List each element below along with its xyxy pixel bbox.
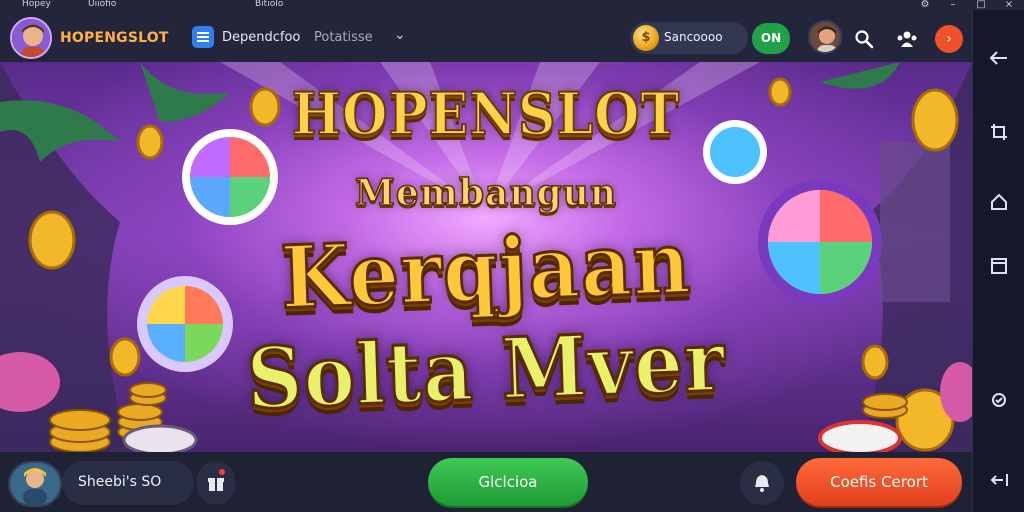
os-app-label-2: Uiiofio bbox=[88, 0, 117, 9]
os-window-title: Bitiolo bbox=[255, 0, 284, 9]
gift-button[interactable] bbox=[197, 461, 235, 505]
username: Sheebi's SO bbox=[78, 474, 162, 490]
bell-icon bbox=[755, 475, 769, 492]
minimize-icon[interactable]: – bbox=[948, 0, 958, 10]
settings-icon[interactable]: ⚙ bbox=[920, 0, 930, 10]
primary-orange-button[interactable]: Coefis Cerort bbox=[796, 458, 962, 506]
profile-avatar[interactable] bbox=[808, 20, 842, 54]
notification-dot bbox=[219, 469, 225, 475]
app-window: Hopey Uiiofio Bitiolo ⚙ – □ × HOPENGSLOT… bbox=[0, 0, 1024, 512]
window-controls: ⚙ – □ × bbox=[920, 0, 1014, 10]
crop-icon[interactable] bbox=[987, 120, 1011, 144]
brand-title: HOPENGSLOT bbox=[60, 30, 169, 46]
home-icon[interactable] bbox=[987, 190, 1011, 214]
settings-icon[interactable] bbox=[987, 388, 1011, 412]
square-icon[interactable] bbox=[987, 254, 1011, 278]
chevron-down-icon[interactable]: ⌄ bbox=[394, 27, 406, 43]
close-icon[interactable]: × bbox=[1004, 0, 1014, 10]
search-icon[interactable] bbox=[850, 25, 878, 53]
on-toggle-button[interactable]: ON bbox=[752, 23, 790, 54]
gift-icon bbox=[208, 478, 224, 491]
os-app-label: Hopey bbox=[22, 0, 51, 9]
balance-pill[interactable]: $ Sancoooo bbox=[630, 22, 748, 54]
hero-banner: HOPENSLOT Membangun Kerqjaan Solta Mver bbox=[0, 62, 972, 452]
user-avatar[interactable] bbox=[8, 461, 62, 507]
users-icon[interactable] bbox=[893, 25, 921, 53]
os-title-strip: Hopey Uiiofio Bitiolo ⚙ – □ × bbox=[0, 0, 1024, 10]
document-icon bbox=[192, 26, 214, 48]
tab-title[interactable]: Dependcfoo bbox=[222, 30, 300, 45]
primary-green-button[interactable]: Glclcioa bbox=[428, 458, 588, 506]
balance-value: Sancoooo bbox=[664, 30, 723, 44]
bell-button[interactable] bbox=[740, 461, 784, 505]
headline-brand: HOPENSLOT bbox=[291, 79, 681, 149]
coin-icon: $ bbox=[633, 25, 659, 51]
back-arrow-icon[interactable] bbox=[987, 46, 1011, 70]
avatar[interactable] bbox=[10, 17, 52, 59]
exit-icon[interactable] bbox=[987, 468, 1011, 492]
right-nav bbox=[972, 10, 1024, 512]
arrow-right-icon[interactable]: › bbox=[935, 25, 963, 53]
tab-subtitle[interactable]: Potatisse bbox=[314, 30, 373, 45]
maximize-icon[interactable]: □ bbox=[976, 0, 986, 10]
